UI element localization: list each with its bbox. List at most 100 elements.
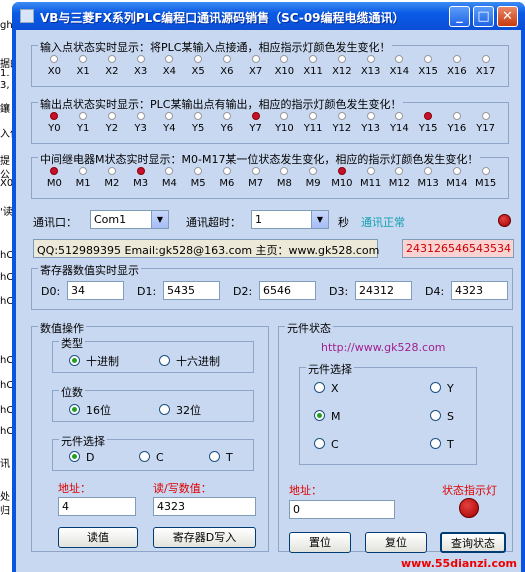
led-label: X4 [162, 66, 176, 77]
radio-t[interactable]: T [209, 451, 233, 464]
input-led-row: X0 X1 X2 X3 X4 X5 X6 X7 X10 X11 X12 X13 X14 X15 X16 X17 [40, 55, 500, 77]
radio-circle-icon [69, 451, 80, 462]
rw-value-input[interactable]: 4323 [153, 497, 256, 516]
port-select[interactable]: Com1 ▼ [90, 210, 169, 229]
led-label: Y14 [389, 123, 409, 134]
minimize-button[interactable]: _ [449, 6, 470, 27]
led-label: X12 [332, 66, 352, 77]
radio-hexadecimal[interactable]: 十六进制 [159, 353, 220, 369]
led-label: M5 [190, 178, 206, 189]
led-dot-icon [136, 167, 145, 175]
led-label: Y11 [303, 123, 323, 134]
radio-t[interactable]: T [430, 438, 454, 451]
led-dot-icon [280, 112, 289, 120]
led-x16: X16 [443, 55, 472, 77]
contact-info-field: QQ:512989395 Email:gk528@163.com 主页：www.… [33, 239, 379, 258]
led-dot-icon [79, 167, 88, 175]
read-value-button[interactable]: 读值 [58, 527, 138, 548]
radio-m[interactable]: M [314, 410, 341, 423]
chevron-down-icon[interactable]: ▼ [151, 211, 168, 228]
led-label: M10 [331, 178, 353, 189]
led-y3: Y3 [126, 112, 155, 134]
option-label: Y [447, 382, 454, 395]
radio-circle-icon [159, 404, 170, 415]
radio-d[interactable]: D [69, 451, 94, 464]
register-label-0: D0: [41, 285, 61, 298]
led-y14: Y14 [385, 112, 414, 134]
register-value-4: 4323 [451, 281, 508, 300]
led-dot-icon [395, 55, 404, 63]
led-x2: X2 [98, 55, 127, 77]
radio-32bit[interactable]: 32位 [159, 402, 201, 418]
code-fragment: gh [0, 20, 13, 31]
c-label: C [156, 451, 164, 464]
radio-decimal[interactable]: 十进制 [69, 353, 119, 369]
led-x4: X4 [155, 55, 184, 77]
led-dot-icon [194, 167, 203, 175]
radio-c[interactable]: C [139, 451, 164, 464]
write-register-button[interactable]: 寄存器D写入 [153, 527, 256, 548]
relay-led-row: M0 M1 M2 M3 M4 M5 M6 M7 M8 M9 M10 M11 M12 M13 M14 M15 [40, 167, 500, 189]
led-m4: M4 [155, 167, 184, 189]
chevron-down-icon[interactable]: ▼ [311, 211, 328, 228]
led-label: X7 [249, 66, 263, 77]
reset-button[interactable]: 复位 [365, 532, 427, 553]
code-fragment: 处 [0, 492, 10, 503]
website-link[interactable]: http://www.gk528.com [321, 341, 446, 354]
led-dot-icon [424, 112, 433, 120]
timeout-value: 1 [255, 213, 262, 226]
address-input[interactable]: 4 [58, 497, 136, 516]
led-label: X14 [389, 66, 410, 77]
led-x1: X1 [69, 55, 98, 77]
bits-label: 位数 [59, 384, 85, 400]
led-m15: M15 [471, 167, 500, 189]
led-dot-icon [136, 55, 145, 63]
led-m13: M13 [414, 167, 443, 189]
led-label: X17 [475, 66, 496, 77]
led-dot-icon [165, 55, 174, 63]
led-label: Y5 [191, 123, 205, 134]
radio-circle-icon [69, 404, 80, 415]
led-dot-icon [50, 55, 59, 63]
led-x6: X6 [213, 55, 242, 77]
app-window: VB与三菱FX系列PLC编程口通讯源码销售（SC-09编程电缆通讯） _ □ ✕… [12, 2, 525, 572]
led-dot-icon [337, 55, 346, 63]
led-label: M1 [75, 178, 91, 189]
led-label: X16 [447, 66, 467, 77]
radio-16bit[interactable]: 16位 [69, 402, 111, 418]
maximize-button[interactable]: □ [473, 6, 494, 27]
title-bar[interactable]: VB与三菱FX系列PLC编程口通讯源码销售（SC-09编程电缆通讯） _ □ ✕ [12, 2, 525, 30]
led-m11: M11 [356, 167, 385, 189]
query-state-button[interactable]: 查询状态 [440, 532, 506, 553]
type-label: 类型 [59, 335, 85, 351]
radio-s[interactable]: S [430, 410, 454, 423]
led-y2: Y2 [98, 112, 127, 134]
register-label-3: D3: [329, 285, 349, 298]
radio-y[interactable]: Y [430, 382, 454, 395]
set-button[interactable]: 置位 [289, 532, 351, 553]
led-dot-icon [222, 167, 231, 175]
serial-number-field[interactable]: 243126546543534 [402, 239, 514, 258]
radio-c[interactable]: C [314, 438, 339, 451]
output-led-row: Y0 Y1 Y2 Y3 Y4 Y5 Y6 Y7 Y10 Y11 Y12 Y13 Y14 Y15 Y16 Y17 [40, 112, 500, 134]
state-address-input[interactable]: 0 [289, 500, 395, 519]
radio-x[interactable]: X [314, 382, 339, 395]
radio-circle-icon [209, 451, 220, 462]
timeout-select[interactable]: 1 ▼ [251, 210, 329, 229]
watermark: www.55dianzi.com [400, 557, 517, 570]
led-label: Y1 [76, 123, 90, 134]
led-m1: M1 [69, 167, 98, 189]
input-group-label: 输入点状态实时显示：将PLC某输入点接通，相应指示灯颜色发生变化！ [38, 39, 393, 55]
register-value-3: 24312 [355, 281, 412, 300]
seconds-label: 秒 [338, 216, 349, 229]
led-label: Y3 [134, 123, 147, 134]
16bit-label: 16位 [86, 404, 111, 417]
radio-circle-icon [314, 410, 325, 421]
close-button[interactable]: ✕ [497, 6, 518, 27]
option-label: T [447, 438, 454, 451]
led-y16: Y16 [443, 112, 472, 134]
radio-circle-icon [159, 355, 170, 366]
led-label: M12 [388, 178, 411, 189]
led-dot-icon [452, 55, 461, 63]
led-y1: Y1 [69, 112, 98, 134]
